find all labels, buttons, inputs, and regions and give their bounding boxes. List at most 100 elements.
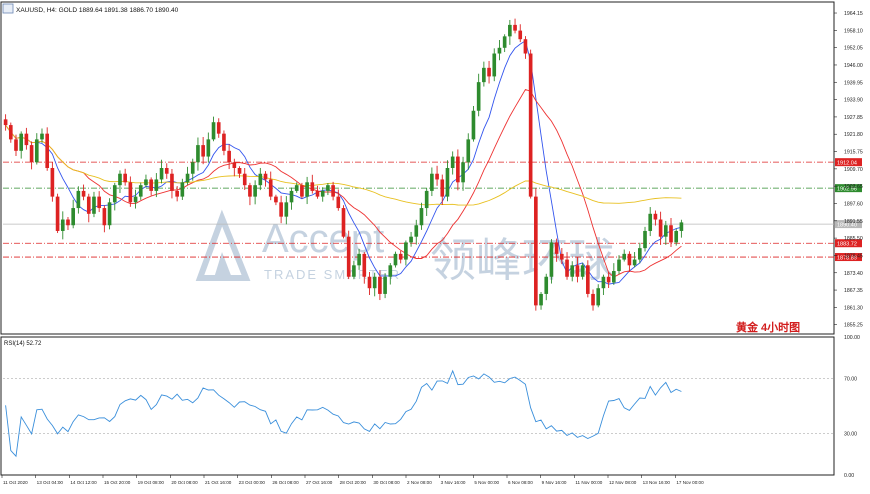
candle-body bbox=[320, 190, 325, 197]
candle-body bbox=[227, 150, 231, 163]
candle-body bbox=[513, 24, 517, 31]
chart-header: XAUUSD, H4: GOLD 1889.64 1891.38 1886.70… bbox=[2, 3, 179, 14]
candle-body bbox=[190, 162, 195, 174]
candle-body bbox=[606, 276, 611, 283]
y-tick-label: 1885.50 bbox=[844, 236, 863, 242]
candle-body bbox=[591, 293, 595, 306]
candle-body bbox=[612, 271, 616, 283]
candle-body bbox=[663, 225, 668, 237]
main-plot-frame bbox=[0, 1, 835, 335]
y-tick-label: 1861.30 bbox=[844, 305, 863, 311]
candle-body bbox=[596, 288, 601, 306]
candle-body bbox=[372, 276, 377, 289]
x-tick-label: 14 Oct 12:00 bbox=[70, 480, 97, 485]
candle-body bbox=[445, 168, 450, 197]
candle-body bbox=[289, 190, 294, 203]
chart-window-icon[interactable] bbox=[2, 3, 14, 14]
x-tick-label: 26 Oct 08:00 bbox=[272, 480, 299, 485]
candle-body bbox=[456, 156, 460, 183]
candle-body bbox=[81, 190, 86, 197]
candle-body bbox=[86, 196, 91, 214]
candle-body bbox=[497, 47, 502, 54]
candle-body bbox=[164, 168, 169, 174]
x-tick-label: 12 Nov 08:00 bbox=[609, 480, 637, 485]
y-tick-label: 1909.70 bbox=[844, 167, 863, 173]
candle-body bbox=[352, 265, 356, 277]
candle-body bbox=[482, 67, 486, 83]
candle-body bbox=[627, 253, 632, 266]
candle-body bbox=[554, 242, 559, 254]
rsi-plot-frame bbox=[0, 336, 835, 476]
x-tick-label: 11 Nov 00:00 bbox=[575, 480, 602, 485]
candle-body bbox=[549, 242, 554, 277]
candle-body bbox=[508, 24, 512, 37]
chart-title: XAUUSD, H4: GOLD 1889.64 1891.38 1886.70… bbox=[16, 7, 179, 14]
candle-body bbox=[237, 168, 242, 174]
candle-body bbox=[575, 265, 580, 277]
candle-body bbox=[424, 190, 429, 209]
candle-body bbox=[637, 248, 642, 260]
candle-body bbox=[248, 185, 252, 197]
candle-body bbox=[294, 185, 299, 191]
trading-chart[interactable]: Accept TRADE SMARTER 领峰环球 XAUUSD, H4: GO… bbox=[0, 0, 870, 489]
candle-body bbox=[196, 145, 200, 163]
candle-body bbox=[92, 196, 96, 214]
rsi-y-tick-label: 100.00 bbox=[844, 335, 860, 341]
candle-body bbox=[315, 190, 320, 197]
candle-body bbox=[461, 162, 465, 183]
x-tick-label: 5 Nov 00:00 bbox=[474, 480, 499, 485]
candle-body bbox=[404, 242, 408, 260]
candle-body bbox=[466, 139, 471, 163]
candle-body bbox=[471, 110, 476, 140]
x-tick-label: 3 Nov 16:00 bbox=[441, 480, 466, 485]
candle-body bbox=[222, 133, 226, 151]
candle-body bbox=[154, 179, 159, 191]
candle-body bbox=[128, 182, 133, 203]
candle-body bbox=[440, 179, 445, 197]
candle-body bbox=[565, 259, 569, 277]
x-tick-label: 9 Nov 16:00 bbox=[542, 480, 567, 485]
candle-body bbox=[216, 122, 221, 134]
x-tick-label: 21 Oct 16:00 bbox=[205, 480, 232, 485]
candle-body bbox=[341, 208, 346, 237]
x-tick-label: 6 Nov 08:00 bbox=[508, 480, 533, 485]
candle-body bbox=[112, 185, 117, 203]
candle-body bbox=[622, 253, 627, 260]
candle-body bbox=[123, 173, 127, 183]
candle-body bbox=[66, 219, 70, 226]
candle-body bbox=[523, 39, 528, 54]
candle-body bbox=[232, 162, 237, 168]
candle-body bbox=[632, 259, 637, 266]
rsi-line bbox=[5, 369, 682, 458]
candle-body bbox=[409, 236, 413, 243]
rsi-y-tick-label: 0.00 bbox=[844, 473, 854, 479]
candle-body bbox=[149, 179, 153, 191]
candle-body bbox=[185, 173, 190, 183]
x-tick-label: 13 Oct 04:00 bbox=[37, 480, 64, 485]
candle-body bbox=[211, 122, 216, 140]
y-tick-label: 1939.95 bbox=[844, 80, 863, 86]
x-tick-label: 15 Oct 20:00 bbox=[104, 480, 131, 485]
candle-body bbox=[679, 222, 684, 231]
candle-body bbox=[669, 225, 673, 243]
x-tick-label: 23 Oct 00:00 bbox=[239, 480, 266, 485]
candle-body bbox=[617, 259, 621, 272]
price-level-value: 1883.72 bbox=[837, 242, 857, 248]
candle-body bbox=[107, 202, 112, 226]
candle-body bbox=[414, 225, 419, 237]
candle-body bbox=[19, 133, 24, 151]
candle-body bbox=[138, 185, 143, 197]
candle-body bbox=[14, 139, 18, 151]
candle-body bbox=[367, 276, 372, 289]
x-tick-label: 27 Oct 16:00 bbox=[306, 480, 333, 485]
candle-body bbox=[206, 139, 211, 157]
candle-body bbox=[502, 36, 507, 48]
candle-body bbox=[310, 182, 315, 191]
candle-body bbox=[476, 82, 481, 111]
candle-body bbox=[274, 196, 278, 203]
candle-body bbox=[258, 173, 263, 186]
candle-body bbox=[170, 173, 174, 191]
candle-body bbox=[658, 219, 663, 237]
candle-body bbox=[393, 253, 398, 266]
rsi-y-tick-label: 30.00 bbox=[844, 432, 857, 438]
